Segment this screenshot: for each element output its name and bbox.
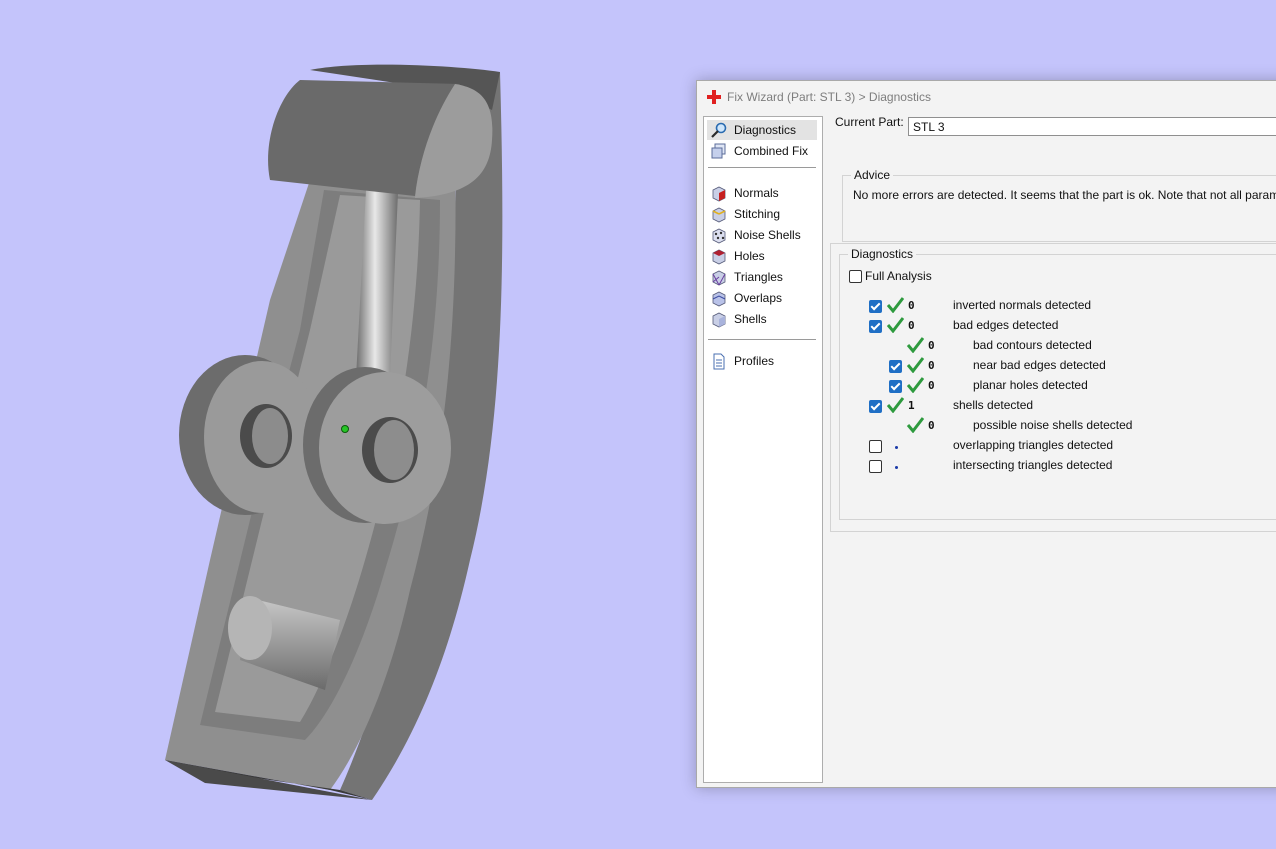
magnifier-icon: [711, 122, 727, 138]
planar-holes-count: 0: [928, 379, 935, 392]
current-part-field[interactable]: STL 3: [908, 117, 1276, 136]
window-title: Fix Wizard (Part: STL 3) > Diagnostics: [727, 90, 931, 104]
advice-text: No more errors are detected. It seems th…: [853, 188, 1276, 202]
green-check-icon: [906, 417, 924, 433]
nav-item-overlaps[interactable]: Overlaps: [707, 288, 817, 308]
nav-item-holes[interactable]: Holes: [707, 246, 817, 266]
advice-group: Advice No more errors are detected. It s…: [842, 168, 1276, 242]
nav-item-diagnostics[interactable]: Diagnostics: [707, 120, 817, 140]
noise-shells-label: possible noise shells detected: [973, 418, 1133, 432]
fix-wizard-window[interactable]: Fix Wizard (Part: STL 3) > Diagnostics D…: [696, 80, 1276, 788]
shells-cube-icon: [712, 312, 726, 328]
nav-item-normals[interactable]: Normals: [707, 183, 817, 203]
inverted-normals-checkbox[interactable]: [869, 300, 882, 313]
nav-separator: [708, 339, 816, 340]
bad-edges-label: bad edges detected: [953, 318, 1059, 332]
nav-item-noise-shells[interactable]: Noise Shells: [707, 225, 817, 245]
nav-item-stitching[interactable]: Stitching: [707, 204, 817, 224]
red-cross-icon: [707, 90, 721, 104]
nav-item-triangles[interactable]: Triangles: [707, 267, 817, 287]
wizard-nav-list[interactable]: Diagnostics Combined Fix Normals Stitchi: [703, 116, 823, 783]
bad-edges-count: 0: [908, 319, 915, 332]
noise-shells-cube-icon: [712, 228, 726, 244]
green-check-icon: [886, 397, 904, 413]
shells-checkbox[interactable]: [869, 400, 882, 413]
intersecting-triangles-label: intersecting triangles detected: [953, 458, 1113, 472]
noise-shells-count: 0: [928, 419, 935, 432]
planar-holes-checkbox[interactable]: [889, 380, 902, 393]
overlapping-triangles-checkbox[interactable]: [869, 440, 882, 453]
title-bar[interactable]: Fix Wizard (Part: STL 3) > Diagnostics: [697, 81, 1276, 111]
nav-item-profiles[interactable]: Profiles: [707, 351, 817, 371]
bad-contours-label: bad contours detected: [973, 338, 1092, 352]
3d-viewport[interactable]: [0, 0, 690, 849]
overlapping-triangles-label: overlapping triangles detected: [953, 438, 1114, 452]
stl-part-model[interactable]: [0, 0, 690, 849]
combined-fix-icon: [711, 143, 726, 159]
nav-item-combined-fix[interactable]: Combined Fix: [707, 141, 817, 161]
planar-holes-label: planar holes detected: [973, 378, 1088, 392]
inverted-normals-count: 0: [908, 299, 915, 312]
triangles-cube-icon: [712, 270, 726, 286]
profiles-document-icon: [713, 353, 725, 370]
overlaps-cube-icon: [712, 291, 726, 307]
green-check-icon: [886, 297, 904, 313]
nav-separator: [708, 167, 816, 168]
near-bad-edges-label: near bad edges detected: [973, 358, 1106, 372]
nav-item-shells[interactable]: Shells: [707, 309, 817, 329]
pending-dot-icon: [895, 446, 898, 449]
shells-count: 1: [908, 399, 915, 412]
near-bad-edges-checkbox[interactable]: [889, 360, 902, 373]
green-check-icon: [906, 337, 924, 353]
green-check-icon: [906, 377, 924, 393]
diagnostics-group: Diagnostics Full Analysis 0 inverted nor…: [839, 247, 1276, 520]
bad-contours-count: 0: [928, 339, 935, 352]
stitching-cube-icon: [712, 207, 726, 223]
bad-edges-checkbox[interactable]: [869, 320, 882, 333]
full-analysis-label: Full Analysis: [865, 269, 932, 283]
diagnostics-title: Diagnostics: [848, 247, 917, 261]
intersecting-triangles-checkbox[interactable]: [869, 460, 882, 473]
pending-dot-icon: [895, 466, 898, 469]
holes-cube-icon: [712, 249, 726, 265]
current-part-label: Current Part:: [835, 115, 904, 129]
full-analysis-checkbox[interactable]: [849, 270, 862, 283]
near-bad-edges-count: 0: [928, 359, 935, 372]
green-check-icon: [886, 317, 904, 333]
green-check-icon: [906, 357, 924, 373]
inverted-normals-label: inverted normals detected: [953, 298, 1092, 312]
advice-title: Advice: [851, 168, 894, 182]
normals-cube-icon: [712, 186, 726, 202]
shells-label: shells detected: [953, 398, 1034, 412]
